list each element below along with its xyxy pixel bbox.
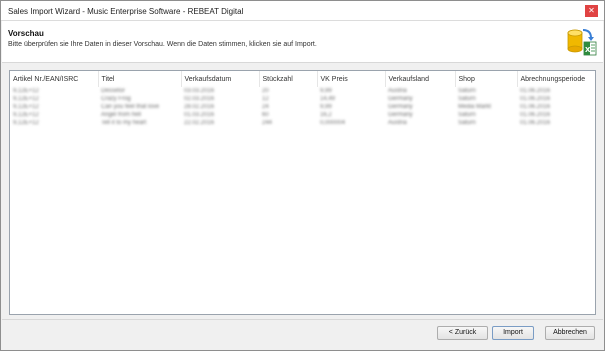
table-cell: 01.06.2016 (520, 104, 551, 110)
table-cell: 03.03.2016 (184, 88, 215, 94)
page-title: Vorschau (8, 29, 44, 38)
column-header-sales-date[interactable]: Verkaufsdatum (181, 71, 260, 87)
table-row[interactable]: 9,12E+12 Tell it to my heart 22.02.2016 244… (10, 119, 597, 127)
table-cell: 16,2 (320, 112, 332, 118)
table-cell: Saturn (458, 112, 476, 118)
table-cell: Germany (388, 104, 413, 110)
table-cell: 9,12E+12 (13, 104, 39, 110)
table-cell: 12 (262, 96, 269, 102)
table-row[interactable]: 9,12E+12 Crazy Frog 02.03.2016 12 14,49 Germa… (10, 95, 597, 103)
table-row[interactable]: 9,12E+12 Can you feel that love 28.02.2016… (10, 103, 597, 111)
table-header-row: Artikel Nr./EAN/ISRC Titel Verkaufsdatum… (10, 71, 597, 87)
table-cell: 60 (262, 112, 269, 118)
cancel-button[interactable]: Abbrechen (545, 326, 595, 340)
table-cell: Dessetor (101, 88, 126, 94)
svg-text:X: X (585, 46, 591, 54)
table-cell: 01.06.2016 (520, 112, 551, 118)
table-cell: Tell it to my heart (101, 120, 147, 126)
table-cell: Saturn (458, 96, 476, 102)
table-cell: 244 (262, 120, 273, 126)
title-bar: Sales Import Wizard - Music Enterprise S… (1, 1, 604, 21)
import-wizard-window: Sales Import Wizard - Music Enterprise S… (0, 0, 605, 351)
table-cell: 9,12E+12 (13, 120, 39, 126)
footer-divider (2, 319, 603, 320)
database-excel-import-icon: X (567, 29, 597, 56)
import-button[interactable]: Import (492, 326, 534, 340)
column-header-shop[interactable]: Shop (455, 71, 518, 87)
table-cell: 01.06.2016 (520, 96, 551, 102)
table-cell: Media Markt (458, 104, 492, 110)
table-cell: Germany (388, 96, 413, 102)
close-button[interactable]: ✕ (585, 5, 598, 17)
table-cell: Saturn (458, 120, 476, 126)
column-header-price[interactable]: VK Preis (317, 71, 386, 87)
column-header-country[interactable]: Verkaufsland (385, 71, 456, 87)
table-cell: Saturn (458, 88, 476, 94)
table-cell: 9,12E+12 (13, 112, 39, 118)
table-cell: 01.06.2016 (520, 120, 551, 126)
column-header-article[interactable]: Artikel Nr./EAN/ISRC (10, 71, 99, 87)
table-cell: 0,000004 (320, 120, 346, 126)
wizard-header: Vorschau Bitte überprüfen sie Ihre Daten… (2, 21, 603, 63)
table-cell: 20 (262, 88, 269, 94)
column-header-title[interactable]: Titel (98, 71, 182, 87)
column-header-period[interactable]: Abrechnungsperiode (517, 71, 597, 87)
table-cell: 01.03.2016 (184, 112, 215, 118)
table-cell: Crazy Frog (101, 96, 131, 102)
table-cell: Austria (388, 88, 407, 94)
table-cell: 9,12E+12 (13, 88, 39, 94)
table-cell: 02.03.2016 (184, 96, 215, 102)
page-description: Bitte überprüfen sie Ihre Daten in diese… (8, 41, 317, 48)
preview-table[interactable]: Artikel Nr./EAN/ISRC Titel Verkaufsdatum… (9, 70, 596, 315)
table-row[interactable]: 9,12E+12 Angel from hell 01.03.2016 60 16,2 G… (10, 111, 597, 119)
table-cell: Can you feel that love (101, 104, 160, 110)
table-cell: 24 (262, 104, 269, 110)
table-row[interactable]: 9,12E+12 Dessetor 03.03.2016 20 9,99 Austria S… (10, 87, 597, 95)
table-cell: 14,49 (320, 96, 336, 102)
back-button[interactable]: < Zurück (437, 326, 488, 340)
table-cell: 9,99 (320, 88, 332, 94)
window-title: Sales Import Wizard - Music Enterprise S… (8, 7, 244, 16)
table-cell: 28.02.2016 (184, 104, 215, 110)
column-header-quantity[interactable]: Stückzahl (259, 71, 318, 87)
table-cell: Angel from hell (101, 112, 142, 118)
table-cell: 9,12E+12 (13, 96, 39, 102)
table-cell: 01.06.2016 (520, 88, 551, 94)
table-cell: 9,99 (320, 104, 332, 110)
table-cell: Austria (388, 120, 407, 126)
table-cell: Germany (388, 112, 413, 118)
table-cell: 22.02.2016 (184, 120, 215, 126)
